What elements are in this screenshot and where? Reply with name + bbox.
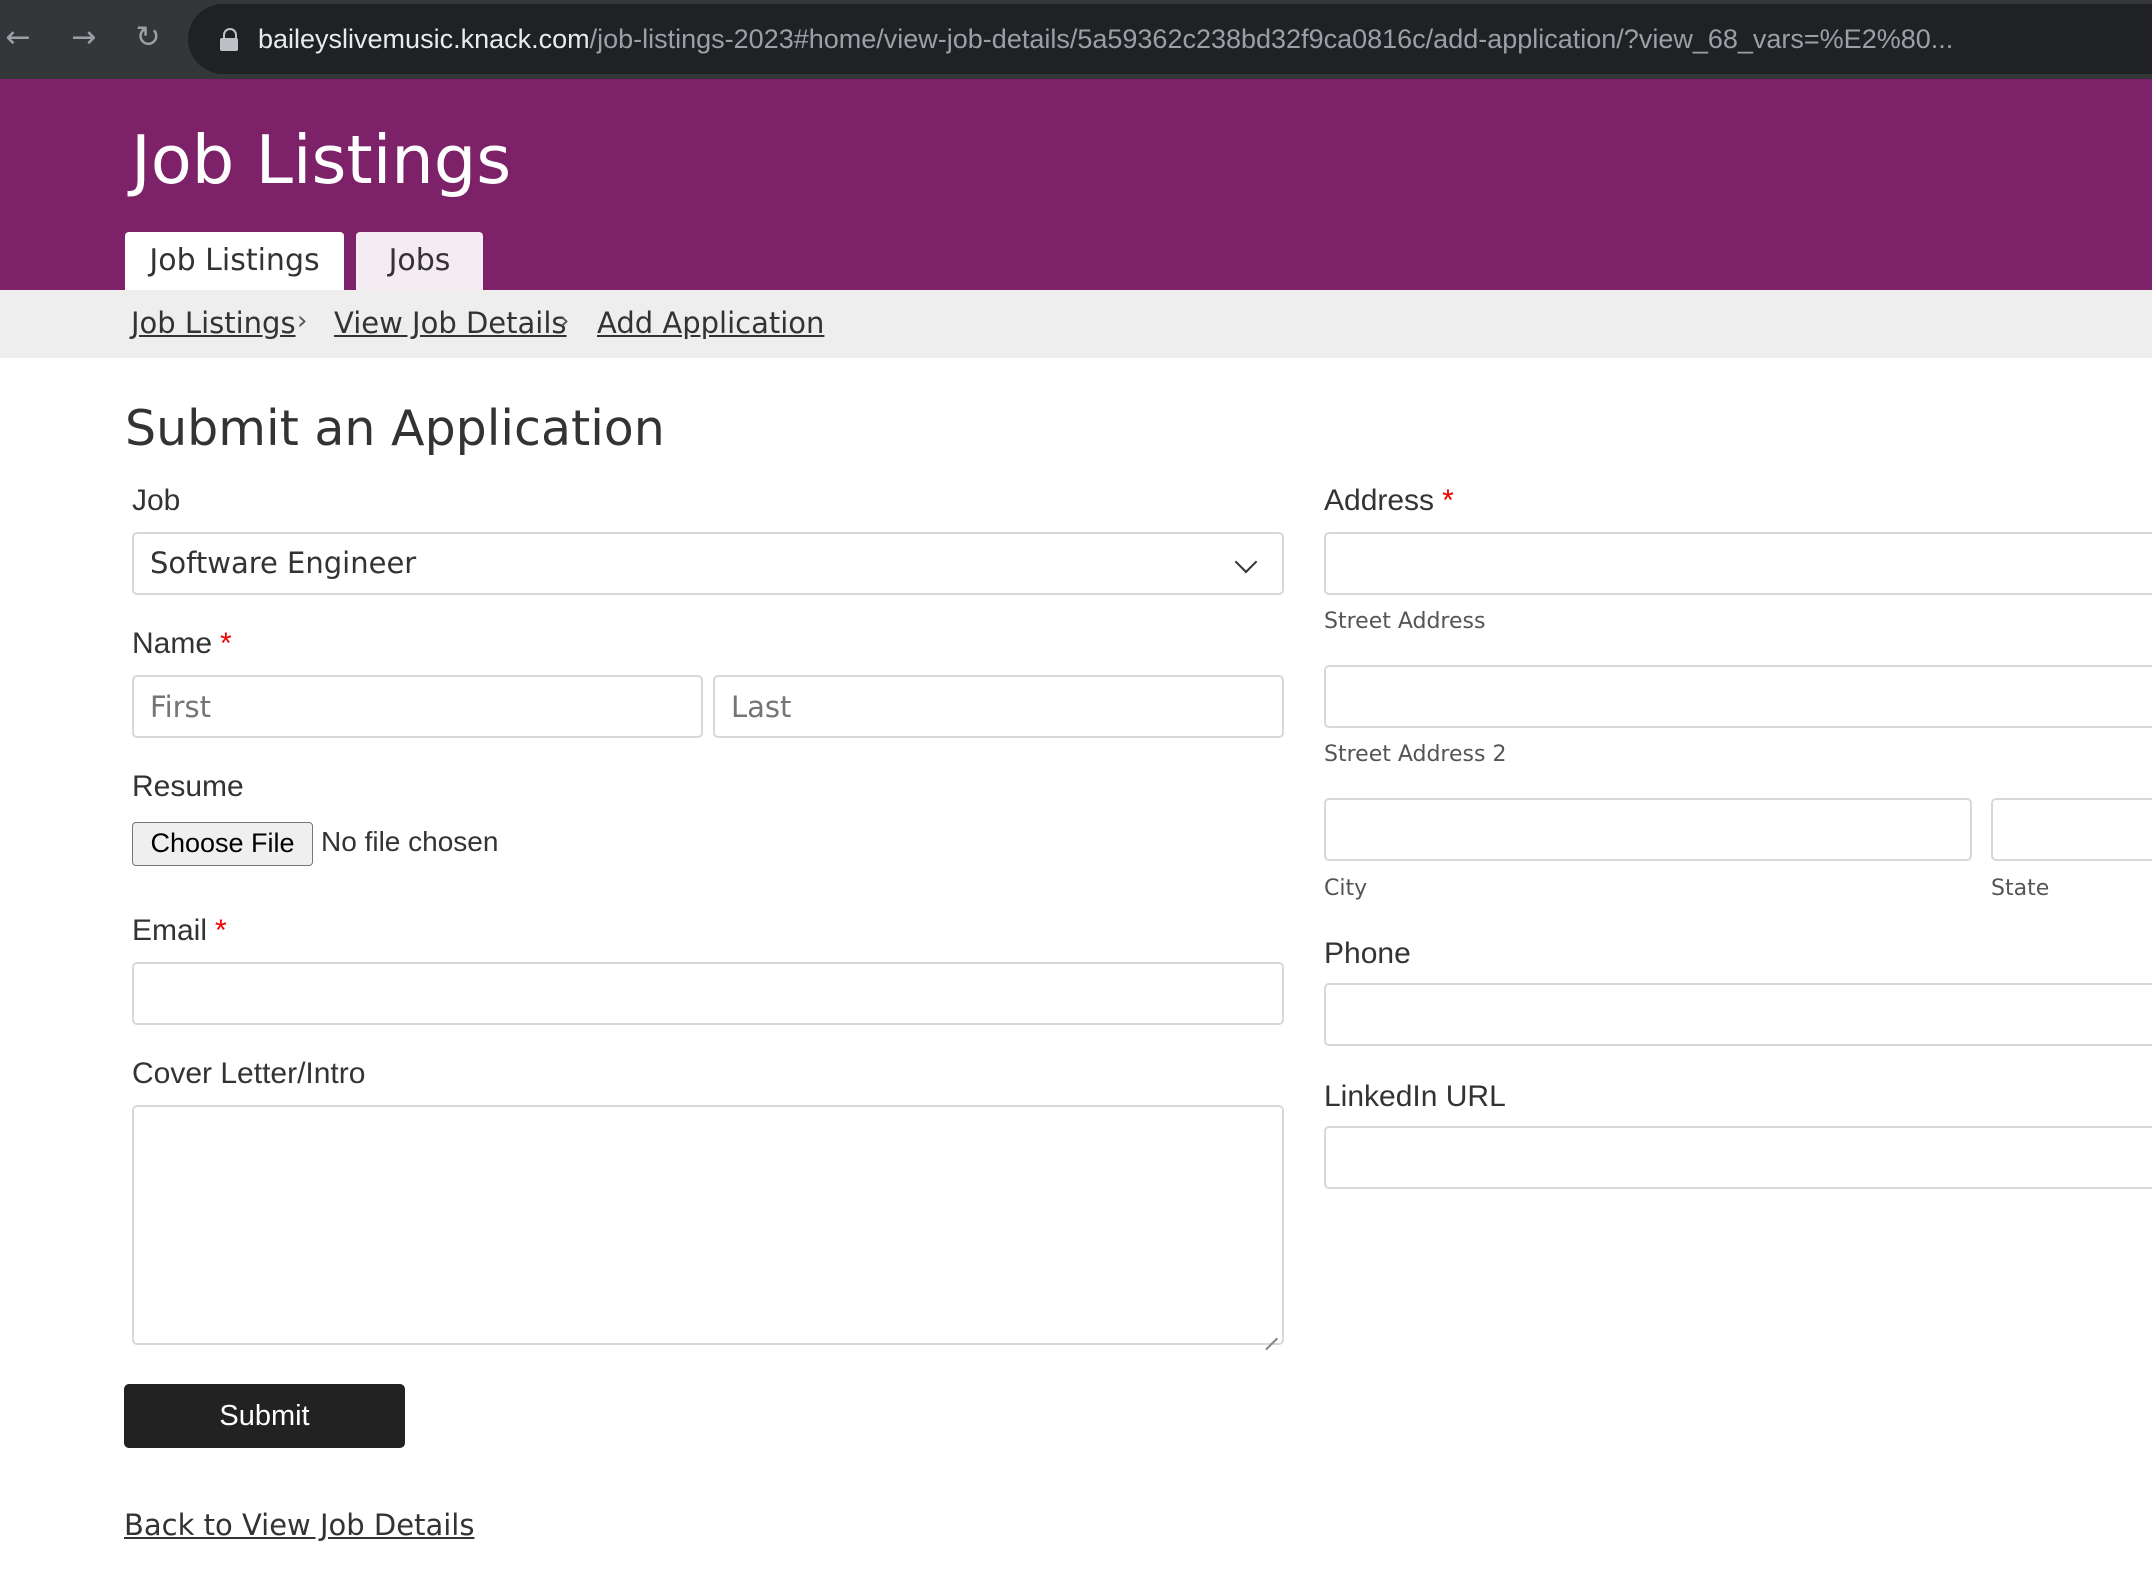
reload-icon[interactable]: ↻ xyxy=(124,14,172,62)
choose-file-button[interactable]: Choose File xyxy=(132,822,313,866)
street-address-2-label: Street Address 2 xyxy=(1324,742,1506,767)
cover-letter-textarea[interactable] xyxy=(132,1105,1284,1345)
state-label: State xyxy=(1991,876,2049,901)
address-label-text: Address xyxy=(1324,484,1434,517)
chevron-right-icon: › xyxy=(297,306,307,336)
file-status: No file chosen xyxy=(321,826,498,858)
submit-button[interactable]: Submit xyxy=(124,1384,405,1448)
tab-job-listings[interactable]: Job Listings xyxy=(125,232,344,290)
arrow-left-icon[interactable]: ← xyxy=(0,14,42,62)
lock-icon xyxy=(220,28,238,48)
address-bar[interactable]: baileyslivemusic.knack.com/job-listings-… xyxy=(188,4,2152,74)
address-label: Address* xyxy=(1324,484,1454,518)
resize-handle-icon[interactable] xyxy=(1264,1325,1278,1339)
city-label: City xyxy=(1324,876,1367,901)
site-title: Job Listings xyxy=(131,121,511,199)
job-select[interactable]: Software Engineer xyxy=(132,532,1284,595)
job-label: Job xyxy=(132,484,180,518)
breadcrumb: Job Listings › View Job Details › Add Ap… xyxy=(0,290,2152,358)
required-mark: * xyxy=(215,914,227,947)
phone-label: Phone xyxy=(1324,937,1411,971)
browser-toolbar: ← → ↻ baileyslivemusic.knack.com/job-lis… xyxy=(0,0,2152,79)
name-label-text: Name xyxy=(132,627,212,660)
job-select-value: Software Engineer xyxy=(150,546,416,580)
state-input[interactable] xyxy=(1991,798,2152,861)
url-host: baileyslivemusic.knack.com xyxy=(258,24,590,54)
tab-jobs[interactable]: Jobs xyxy=(356,232,483,290)
first-name-input[interactable] xyxy=(132,675,703,738)
resume-label: Resume xyxy=(132,770,244,804)
chevron-right-icon: › xyxy=(559,306,569,336)
url-text[interactable]: baileyslivemusic.knack.com/job-listings-… xyxy=(258,20,1953,58)
cover-letter-label: Cover Letter/Intro xyxy=(132,1057,365,1091)
breadcrumb-add-application[interactable]: Add Application xyxy=(597,306,824,340)
phone-input[interactable] xyxy=(1324,983,2152,1046)
back-to-job-details-link[interactable]: Back to View Job Details xyxy=(124,1508,474,1542)
site-header: Job Listings Job Listings Jobs xyxy=(0,79,2152,290)
arrow-right-icon[interactable]: → xyxy=(60,14,108,62)
street-address-label: Street Address xyxy=(1324,609,1485,634)
linkedin-url-input[interactable] xyxy=(1324,1126,2152,1189)
email-input[interactable] xyxy=(132,962,1284,1025)
street-address-input[interactable] xyxy=(1324,532,2152,595)
required-mark: * xyxy=(1442,484,1454,517)
url-path: /job-listings-2023#home/view-job-details… xyxy=(590,24,1954,54)
linkedin-label: LinkedIn URL xyxy=(1324,1080,1506,1114)
city-input[interactable] xyxy=(1324,798,1972,861)
breadcrumb-view-job-details[interactable]: View Job Details xyxy=(334,306,567,340)
required-mark: * xyxy=(220,627,232,660)
breadcrumb-job-listings[interactable]: Job Listings xyxy=(131,306,296,340)
email-label: Email* xyxy=(132,914,227,948)
email-label-text: Email xyxy=(132,914,207,947)
chevron-down-icon xyxy=(1235,551,1258,574)
page-title: Submit an Application xyxy=(125,400,665,457)
last-name-input[interactable] xyxy=(713,675,1284,738)
street-address-2-input[interactable] xyxy=(1324,665,2152,728)
name-label: Name* xyxy=(132,627,232,661)
